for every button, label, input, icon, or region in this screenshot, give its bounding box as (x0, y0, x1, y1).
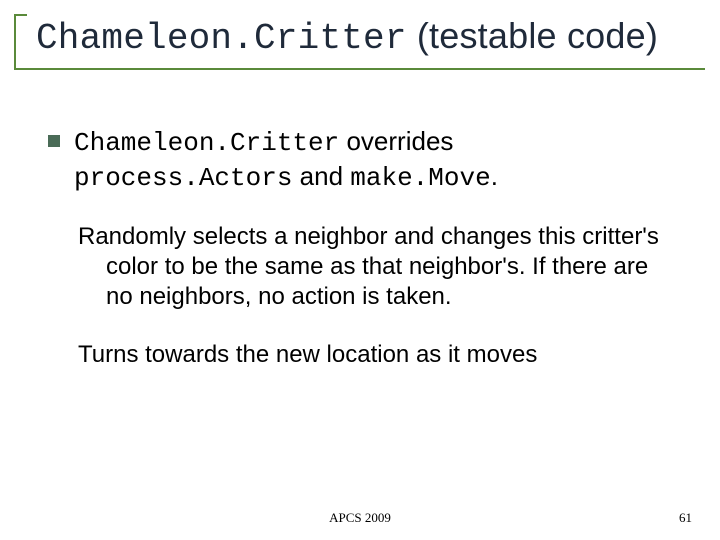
bullet-mid-2: and (292, 161, 350, 191)
slide-title: Chameleon.Critter (testable code) (36, 15, 658, 59)
square-bullet-icon (48, 135, 60, 147)
paragraph-1: Randomly selects a neighbor and changes … (78, 222, 673, 312)
slide-body: Chameleon.Critter overrides process.Acto… (48, 125, 673, 398)
footer-center: APCS 2009 (0, 510, 720, 526)
bullet-text: Chameleon.Critter overrides process.Acto… (74, 125, 673, 194)
bullet-code-3: make.Move (350, 163, 490, 193)
footer-page-number: 61 (679, 510, 692, 526)
title-code: Chameleon.Critter (36, 18, 407, 59)
slide: Chameleon.Critter (testable code) Chamel… (0, 0, 720, 540)
paragraph-2: Turns towards the new location as it mov… (78, 340, 673, 370)
bullet-mid-1: overrides (339, 126, 453, 156)
bullet-code-2: process.Actors (74, 163, 292, 193)
title-underline (27, 68, 705, 70)
bullet-end: . (491, 161, 498, 191)
bullet-code-1: Chameleon.Critter (74, 128, 339, 158)
title-rest: (testable code) (407, 15, 658, 56)
title-accent-bracket (14, 14, 27, 70)
bullet-item: Chameleon.Critter overrides process.Acto… (48, 125, 673, 194)
